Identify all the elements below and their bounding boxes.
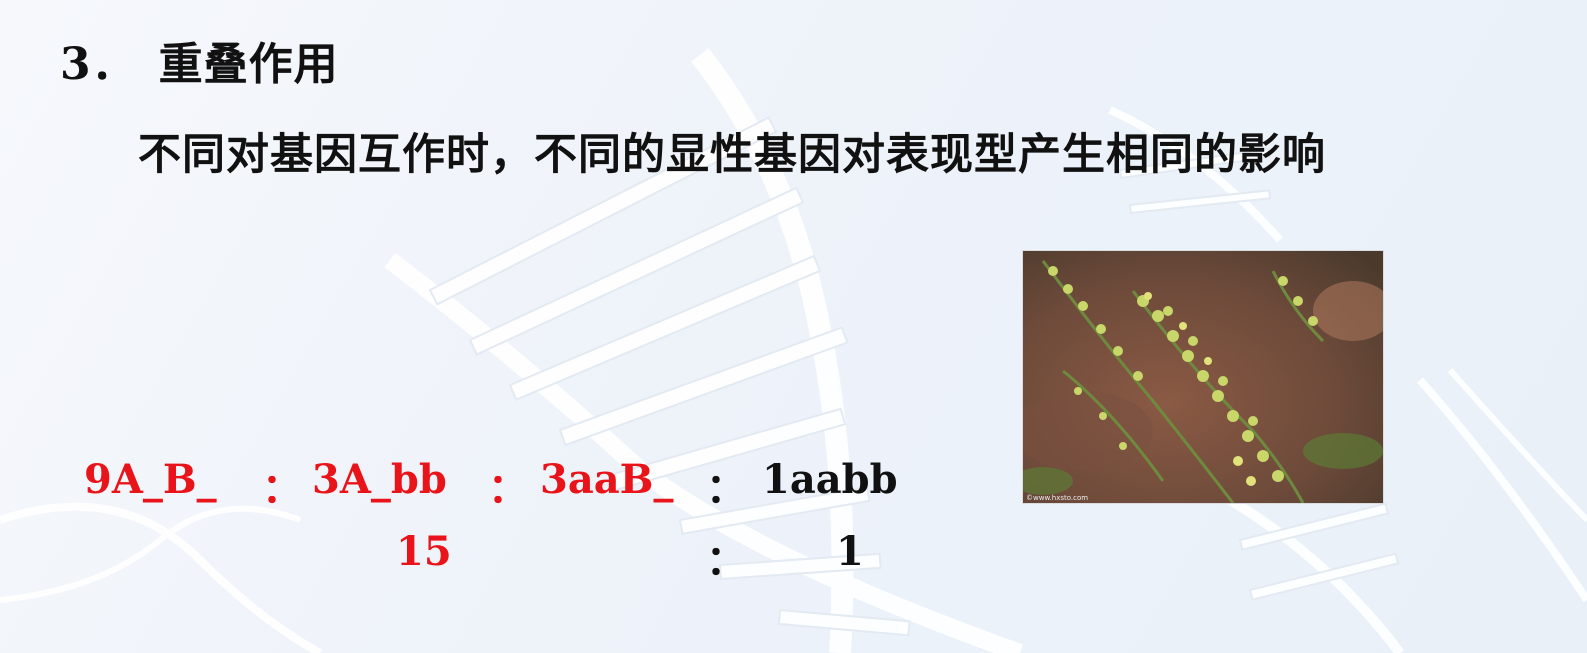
ratio-separator: ：	[262, 465, 302, 512]
phenotype-ratio-combined: 15	[396, 528, 452, 575]
phenotype-ratio-single: 1	[836, 528, 864, 575]
genotype-a-b: 9A_B_	[84, 456, 217, 503]
ratio-separator: ：	[706, 537, 746, 584]
definition-text: 不同对基因互作时，不同的显性基因对表现型产生相同的影响	[138, 130, 1326, 180]
genotype-aabb: 1aabb	[762, 456, 898, 503]
section-number: 3．	[60, 39, 137, 90]
genotype-a-bb: 3A_bb	[312, 456, 447, 503]
section-heading: 3． 重叠作用	[60, 28, 339, 92]
section-title: 重叠作用	[158, 39, 339, 90]
genotype-aa-b: 3aaB_	[540, 456, 674, 503]
ratio-separator: ：	[488, 465, 528, 512]
shepherds-purse-photo: ©www.hxsto.com	[1022, 250, 1384, 504]
photo-watermark: ©www.hxsto.com	[1026, 494, 1089, 502]
ratio-separator: ：	[706, 465, 746, 512]
